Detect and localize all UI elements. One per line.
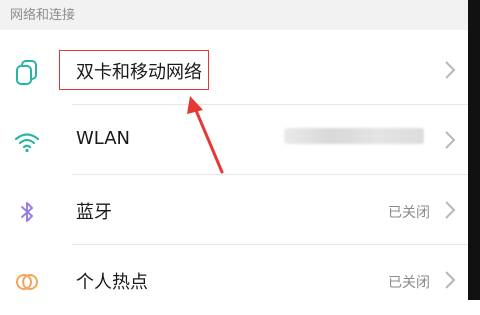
setting-status-hotspot: 已关闭 <box>388 275 430 291</box>
wlan-network-name-blurred <box>284 128 424 144</box>
setting-row-hotspot[interactable]: 个人热点 已关闭 <box>0 245 468 315</box>
section-title: 网络和连接 <box>10 8 76 23</box>
setting-label-wlan: WLAN <box>76 128 131 149</box>
setting-label-bluetooth: 蓝牙 <box>76 202 112 223</box>
setting-row-bluetooth[interactable]: 蓝牙 已关闭 <box>0 175 468 245</box>
annotation-arrow <box>187 96 224 174</box>
chevron-right-icon <box>444 200 456 220</box>
section-header: 网络和连接 <box>0 0 468 30</box>
wifi-icon <box>14 129 40 155</box>
annotation-highlight-box <box>59 50 209 90</box>
chevron-right-icon <box>444 130 456 150</box>
screen-edge <box>468 0 480 300</box>
chevron-right-icon <box>444 60 456 80</box>
setting-label-hotspot: 个人热点 <box>76 272 148 293</box>
bluetooth-icon <box>14 199 40 225</box>
hotspot-icon <box>14 269 40 295</box>
setting-status-bluetooth: 已关闭 <box>388 205 430 221</box>
chevron-right-icon <box>444 270 456 290</box>
sim-card-icon <box>14 59 40 85</box>
